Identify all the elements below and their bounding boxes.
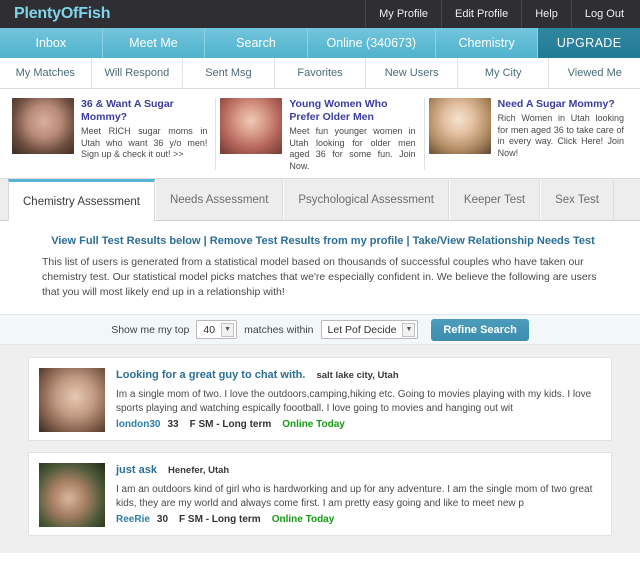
main-navigation: Inbox Meet Me Search Online (340673) Che… [0, 28, 640, 58]
ad-title[interactable]: 36 & Want A Sugar Mommy? [81, 98, 207, 124]
user-tags: F SM - Long term [189, 419, 272, 430]
assessment-tab-strip: Chemistry Assessment Needs Assessment Ps… [0, 179, 640, 221]
nav-item-inbox[interactable]: Inbox [0, 28, 103, 58]
link-separator: | [406, 235, 410, 247]
ad-content: Young Women Who Prefer Older Men Meet fu… [289, 98, 416, 171]
refine-search-bar: Show me my top 40 ▼ matches within Let P… [0, 314, 640, 345]
distance-value: Let Pof Decide [327, 323, 397, 336]
link-relationship-needs-test[interactable]: Take/View Relationship Needs Test [413, 235, 595, 247]
link-view-full-test-results[interactable]: View Full Test Results below [51, 235, 200, 247]
ad-description: Rich Women in Utah looking for men aged … [497, 113, 624, 158]
nav-item-chemistry[interactable]: Chemistry [436, 28, 539, 58]
topnav-item-edit-profile[interactable]: Edit Profile [441, 0, 521, 28]
refine-label-prefix: Show me my top [111, 323, 190, 336]
ad-slot[interactable]: Young Women Who Prefer Older Men Meet fu… [216, 98, 425, 171]
chevron-down-icon: ▼ [221, 322, 235, 337]
nav-item-online[interactable]: Online (340673) [308, 28, 436, 58]
ad-content: 36 & Want A Sugar Mommy? Meet RICH sugar… [81, 98, 207, 170]
user-online-status: Online Today [271, 514, 335, 525]
ad-slot[interactable]: Need A Sugar Mommy? Rich Women in Utah l… [425, 98, 632, 170]
user-description: Im a single mom of two. I love the outdo… [116, 389, 592, 414]
refine-label-middle: matches within [244, 323, 314, 336]
user-age: 33 [167, 419, 179, 430]
refine-search-button[interactable]: Refine Search [431, 318, 529, 341]
ad-description: Meet RICH sugar moms in Utah who want 36… [81, 126, 208, 159]
subnav-item-sent-msg[interactable]: Sent Msg [183, 58, 275, 88]
ad-title[interactable]: Young Women Who Prefer Older Men [289, 98, 415, 124]
user-avatar[interactable] [39, 368, 105, 432]
search-results-list: Looking for a great guy to chat with. sa… [0, 345, 640, 553]
tab-needs-assessment[interactable]: Needs Assessment [154, 180, 284, 220]
user-location: salt lake city, Utah [316, 370, 399, 381]
user-tags: F SM - Long term [179, 514, 261, 525]
tab-psychological-assessment[interactable]: Psychological Assessment [283, 180, 449, 220]
user-username[interactable]: london30 [116, 419, 160, 430]
tab-chemistry-assessment[interactable]: Chemistry Assessment [8, 179, 155, 221]
intro-section: View Full Test Results below | Remove Te… [0, 221, 640, 314]
ad-slot[interactable]: 36 & Want A Sugar Mommy? Meet RICH sugar… [8, 98, 217, 170]
subnav-item-my-city[interactable]: My City [458, 58, 550, 88]
user-card-body: Looking for a great guy to chat with. sa… [116, 368, 601, 430]
chevron-down-icon: ▼ [402, 322, 416, 337]
subnav-item-my-matches[interactable]: My Matches [0, 58, 92, 88]
user-card-header: Looking for a great guy to chat with. sa… [116, 369, 601, 381]
ad-thumbnail-image [220, 98, 283, 154]
tab-sex-test[interactable]: Sex Test [540, 180, 614, 220]
link-separator: | [203, 235, 207, 247]
user-username[interactable]: ReeRie [116, 514, 150, 525]
user-headline[interactable]: just ask [116, 464, 157, 476]
site-logo[interactable]: PlentyOfFish [14, 5, 110, 23]
user-online-status: Online Today [282, 419, 345, 430]
topnav-item-help[interactable]: Help [521, 0, 571, 28]
user-meta-row: ReeRie 30 F SM - Long term Online Today [116, 514, 601, 525]
topnav-item-log-out[interactable]: Log Out [570, 0, 640, 28]
user-result-card[interactable]: Looking for a great guy to chat with. sa… [28, 357, 612, 441]
tab-keeper-test[interactable]: Keeper Test [448, 180, 541, 220]
user-age: 30 [156, 514, 169, 525]
distance-select[interactable]: Let Pof Decide ▼ [320, 320, 419, 339]
link-remove-test-results[interactable]: Remove Test Results from my profile [210, 235, 404, 247]
subnav-item-favorites[interactable]: Favorites [275, 58, 367, 88]
user-description: I am an outdoors kind of girl who is har… [116, 484, 593, 509]
advertisement-banner-row: 36 & Want A Sugar Mommy? Meet RICH sugar… [0, 89, 640, 179]
match-count-select[interactable]: 40 ▼ [196, 320, 238, 339]
nav-item-search[interactable]: Search [205, 28, 308, 58]
user-meta-row: london30 33 F SM - Long term Online Toda… [116, 419, 601, 430]
ad-thumbnail-image [428, 98, 491, 154]
user-headline[interactable]: Looking for a great guy to chat with. [116, 369, 305, 381]
user-result-card[interactable]: just ask Henefer, Utah I am an outdoors … [28, 452, 612, 536]
nav-item-upgrade[interactable]: UPGRADE [538, 28, 640, 58]
user-avatar[interactable] [39, 463, 105, 527]
ad-description: Meet fun younger women in Utah looking f… [289, 126, 416, 171]
intro-description: This list of users is generated from a s… [42, 256, 597, 298]
ad-title[interactable]: Need A Sugar Mommy? [498, 98, 624, 111]
match-count-value: 40 [203, 323, 216, 336]
user-card-header: just ask Henefer, Utah [116, 464, 601, 476]
nav-item-meet-me[interactable]: Meet Me [103, 28, 206, 58]
subnav-item-will-respond[interactable]: Will Respond [92, 58, 184, 88]
intro-link-row: View Full Test Results below | Remove Te… [42, 235, 604, 247]
subnav-item-new-users[interactable]: New Users [366, 58, 458, 88]
user-card-body: just ask Henefer, Utah I am an outdoors … [116, 463, 601, 525]
topnav-item-my-profile[interactable]: My Profile [365, 0, 441, 28]
ad-thumbnail-image [12, 98, 74, 154]
top-header-bar: PlentyOfFish My Profile Edit Profile Hel… [0, 0, 640, 28]
user-location: Henefer, Utah [167, 465, 230, 476]
subnav-item-viewed-me[interactable]: Viewed Me [549, 58, 640, 88]
top-account-nav: My Profile Edit Profile Help Log Out [365, 0, 640, 28]
sub-navigation: My Matches Will Respond Sent Msg Favorit… [0, 58, 640, 89]
ad-content: Need A Sugar Mommy? Rich Women in Utah l… [498, 98, 624, 170]
